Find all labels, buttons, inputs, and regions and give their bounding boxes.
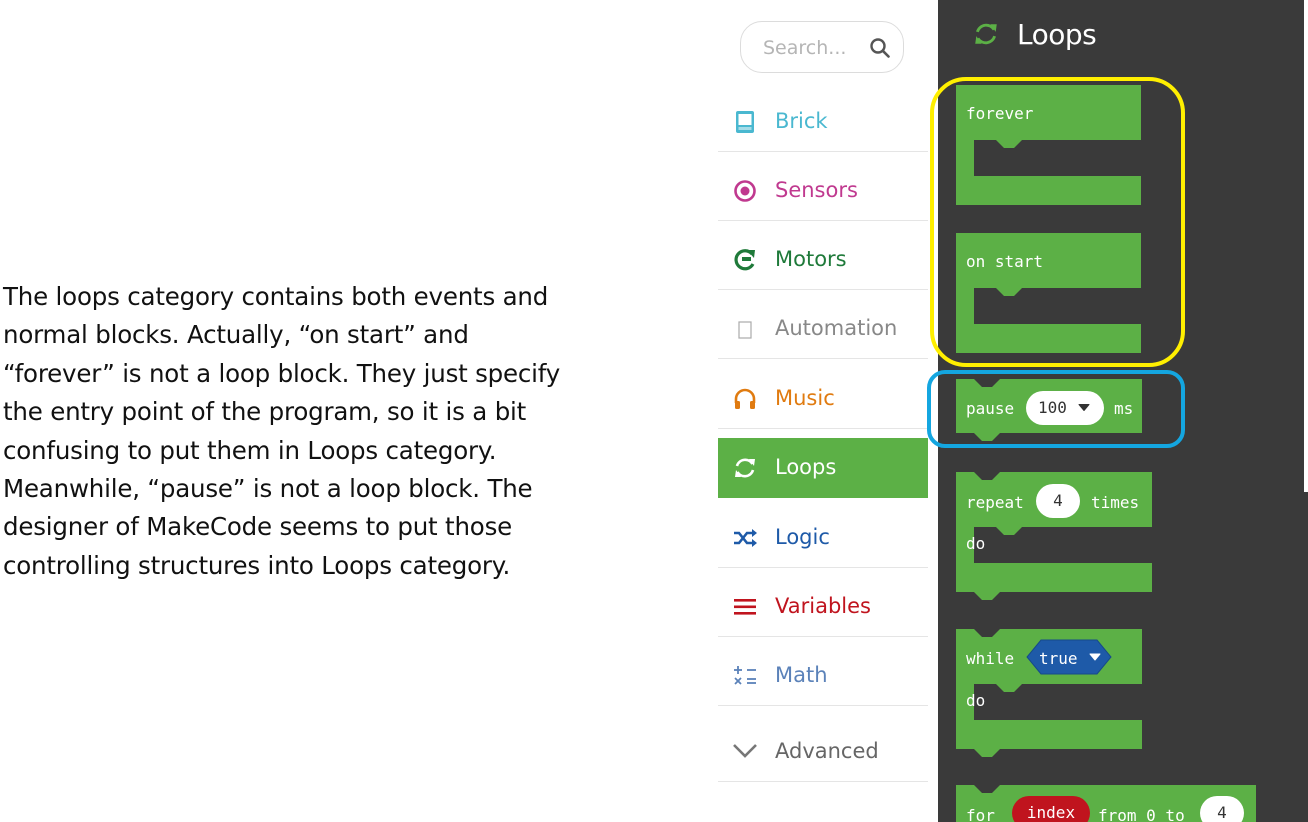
for-block[interactable]: for index from 0 to 4: [956, 785, 1258, 822]
for-to-value: 4: [1217, 803, 1227, 822]
repeat-count: 4: [1053, 491, 1063, 510]
category-music[interactable]: Music: [718, 369, 928, 429]
search-box[interactable]: [740, 21, 904, 73]
category-label: Advanced: [775, 739, 879, 763]
search-input[interactable]: [761, 34, 861, 62]
category-label: Math: [775, 663, 828, 687]
while-condition-value: true: [1039, 649, 1078, 668]
for-to-input[interactable]: 4: [1200, 796, 1244, 822]
calculator-icon: [734, 666, 756, 685]
headphones-icon: [734, 388, 756, 409]
for-variable: index: [1026, 803, 1076, 822]
explanation-paragraph-2: Meanwhile, “pause” is not a loop block. …: [3, 474, 533, 580]
repeat-times-label: times: [1091, 493, 1140, 512]
pause-block-highlight: [927, 370, 1185, 448]
shuffle-icon: [734, 529, 757, 547]
explanation-paragraph-1: The loops category contains both events …: [3, 282, 561, 465]
toolbox: Brick Sensors Motors Automation Music: [718, 0, 928, 822]
for-variable-dropdown[interactable]: index: [1012, 796, 1090, 822]
category-label: Logic: [775, 525, 830, 549]
while-do-label: do: [966, 691, 986, 710]
for-label: for: [966, 806, 995, 822]
for-from-label: from 0 to: [1098, 806, 1185, 822]
while-block[interactable]: while true do: [956, 629, 1146, 761]
automation-icon: [738, 321, 752, 339]
explanation-text: The loops category contains both events …: [3, 278, 583, 585]
repeat-do-label: do: [966, 534, 986, 553]
category-loops[interactable]: Loops: [718, 438, 928, 498]
list-icon: [734, 599, 756, 615]
search-icon[interactable]: [869, 37, 891, 59]
repeat-label: repeat: [966, 493, 1024, 512]
category-label: Music: [775, 386, 835, 410]
sensor-icon: [734, 180, 756, 202]
category-label: Automation: [775, 316, 898, 340]
category-sensors[interactable]: Sensors: [718, 161, 928, 221]
category-brick[interactable]: Brick: [718, 92, 928, 152]
motor-icon: [734, 249, 755, 271]
repeat-block[interactable]: repeat 4 times do: [956, 472, 1154, 604]
repeat-count-input[interactable]: 4: [1036, 484, 1080, 518]
category-motors[interactable]: Motors: [718, 230, 928, 290]
category-label: Motors: [775, 247, 847, 271]
category-automation[interactable]: Automation: [718, 299, 928, 359]
category-variables[interactable]: Variables: [718, 577, 928, 637]
flyout-title-label: Loops: [1017, 18, 1097, 51]
brick-icon: [736, 111, 754, 133]
category-math[interactable]: Math: [718, 646, 928, 706]
category-logic[interactable]: Logic: [718, 508, 928, 568]
category-label: Variables: [775, 594, 871, 618]
category-label: Loops: [775, 455, 837, 479]
while-label: while: [966, 649, 1015, 668]
loops-icon: [975, 23, 997, 45]
loops-icon: [735, 458, 755, 478]
chevron-down-icon: [733, 744, 757, 758]
flyout-scroll-edge: [1304, 0, 1308, 492]
category-label: Brick: [775, 109, 828, 133]
event-blocks-highlight: [930, 77, 1185, 367]
category-label: Sensors: [775, 178, 858, 202]
category-advanced[interactable]: Advanced: [718, 722, 928, 782]
